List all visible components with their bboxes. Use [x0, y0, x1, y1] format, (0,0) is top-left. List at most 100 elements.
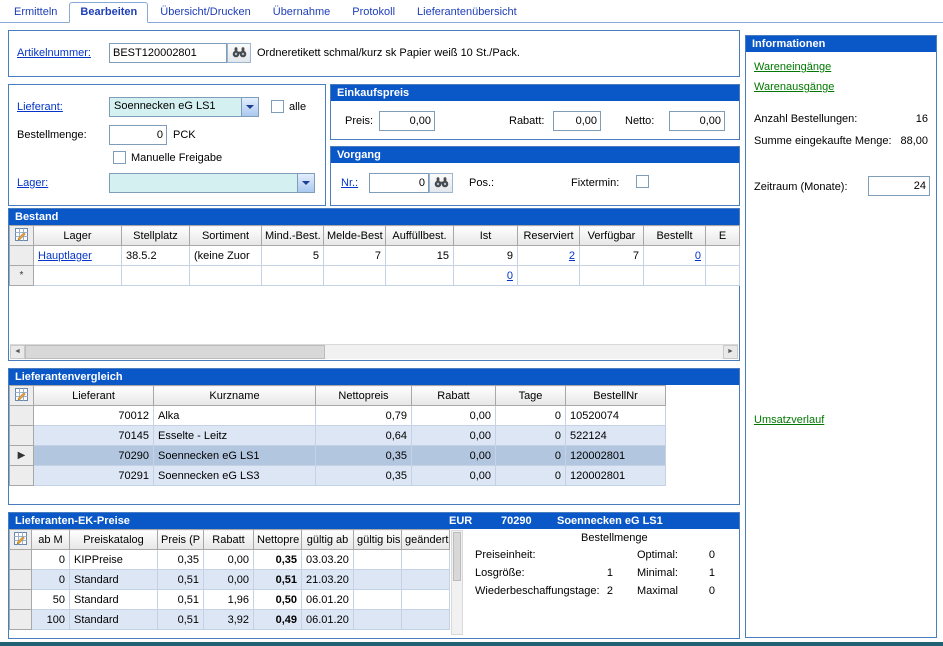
cell[interactable]: [644, 266, 706, 286]
cell[interactable]: 50: [32, 590, 70, 610]
scrollbar-thumb[interactable]: [453, 532, 461, 581]
tab-ermitteln[interactable]: Ermitteln: [4, 3, 67, 22]
column-header[interactable]: Preiskatalog: [70, 530, 158, 550]
cell[interactable]: [706, 246, 740, 266]
cell[interactable]: 70290: [34, 446, 154, 466]
cell[interactable]: 0,51: [254, 570, 302, 590]
cell[interactable]: [122, 266, 190, 286]
tab-uebersicht-drucken[interactable]: Übersicht/Drucken: [150, 3, 260, 22]
cell[interactable]: [402, 590, 450, 610]
cell[interactable]: Alka: [154, 406, 316, 426]
cell[interactable]: [354, 610, 402, 630]
table-row[interactable]: 100 Standard 0,51 3,92 0,49 06.01.20: [10, 610, 450, 630]
cell[interactable]: 1,96: [204, 590, 254, 610]
cell[interactable]: [354, 550, 402, 570]
cell[interactable]: 0,35: [316, 466, 412, 486]
ist-link[interactable]: 0: [454, 266, 518, 286]
umsatzverlauf-link[interactable]: Umsatzverlauf: [754, 413, 824, 427]
table-row[interactable]: 0 KIPPreise 0,35 0,00 0,35 03.03.20: [10, 550, 450, 570]
cell[interactable]: 06.01.20: [302, 590, 354, 610]
column-header[interactable]: geändert: [402, 530, 450, 550]
vorgang-nr-input[interactable]: [369, 173, 429, 193]
netto-input[interactable]: [669, 111, 725, 131]
column-header[interactable]: Lager: [34, 226, 122, 246]
cell[interactable]: 3,92: [204, 610, 254, 630]
cell[interactable]: 0,51: [158, 590, 204, 610]
row-marker-cell[interactable]: [10, 246, 34, 266]
scrollbar-track[interactable]: [25, 345, 723, 359]
column-header[interactable]: Melde-Best: [324, 226, 386, 246]
cell[interactable]: 0,00: [204, 570, 254, 590]
cell[interactable]: [402, 610, 450, 630]
tab-lieferantenuebersicht[interactable]: Lieferantenübersicht: [407, 3, 527, 22]
hauptlager-link[interactable]: Hauptlager: [34, 246, 122, 266]
warenausgaenge-link[interactable]: Warenausgänge: [754, 80, 834, 94]
tab-protokoll[interactable]: Protokoll: [342, 3, 405, 22]
column-header[interactable]: gültig bis: [354, 530, 402, 550]
cell[interactable]: 120002801: [566, 446, 666, 466]
cell[interactable]: 0,00: [412, 466, 496, 486]
grid-settings-icon[interactable]: [10, 226, 34, 246]
cell[interactable]: 9: [454, 246, 518, 266]
cell[interactable]: 0: [496, 426, 566, 446]
table-row[interactable]: 70291 Soennecken eG LS3 0,35 0,00 0 1200…: [10, 466, 666, 486]
table-row[interactable]: Hauptlager 38.5.2 (keine Zuor 5 7 15 9 2…: [10, 246, 740, 266]
ekpreise-vertical-scrollbar[interactable]: [451, 530, 463, 635]
column-header[interactable]: Rabatt: [412, 386, 496, 406]
column-header[interactable]: Rabatt: [204, 530, 254, 550]
column-header[interactable]: BestellNr: [566, 386, 666, 406]
cell[interactable]: 03.03.20: [302, 550, 354, 570]
cell[interactable]: 06.01.20: [302, 610, 354, 630]
cell[interactable]: [190, 266, 262, 286]
scrollbar-thumb[interactable]: [25, 345, 325, 359]
table-row[interactable]: 70012 Alka 0,79 0,00 0 10520074: [10, 406, 666, 426]
cell[interactable]: [402, 570, 450, 590]
cell[interactable]: [386, 266, 454, 286]
vorgang-nr-link[interactable]: Nr.:: [341, 176, 358, 190]
cell[interactable]: 0: [496, 446, 566, 466]
preis-input[interactable]: [379, 111, 435, 131]
artikelnummer-input[interactable]: [109, 43, 227, 63]
cell[interactable]: [518, 266, 580, 286]
column-header[interactable]: Preis (P: [158, 530, 204, 550]
column-header[interactable]: Bestellt: [644, 226, 706, 246]
cell[interactable]: 0,00: [412, 446, 496, 466]
cell[interactable]: 522124: [566, 426, 666, 446]
cell[interactable]: 0,50: [254, 590, 302, 610]
cell[interactable]: [706, 266, 740, 286]
rabatt-input[interactable]: [553, 111, 601, 131]
grid-settings-icon[interactable]: [10, 386, 34, 406]
bestellmenge-input[interactable]: [109, 125, 167, 145]
cell[interactable]: 0: [32, 570, 70, 590]
tab-bearbeiten[interactable]: Bearbeiten: [69, 2, 148, 23]
cell[interactable]: Soennecken eG LS3: [154, 466, 316, 486]
column-header[interactable]: E: [706, 226, 740, 246]
cell[interactable]: KIPPreise: [70, 550, 158, 570]
cell[interactable]: [34, 266, 122, 286]
cell[interactable]: [324, 266, 386, 286]
cell[interactable]: 0: [496, 406, 566, 426]
cell[interactable]: [354, 570, 402, 590]
cell[interactable]: Soennecken eG LS1: [154, 446, 316, 466]
fixtermin-checkbox[interactable]: [636, 175, 649, 188]
column-header[interactable]: Nettopre: [254, 530, 302, 550]
column-header[interactable]: Reserviert: [518, 226, 580, 246]
cell[interactable]: Standard: [70, 570, 158, 590]
column-header[interactable]: Stellplatz: [122, 226, 190, 246]
cell[interactable]: 0,35: [316, 446, 412, 466]
cell[interactable]: 7: [580, 246, 644, 266]
cell[interactable]: 0,51: [158, 610, 204, 630]
tab-uebernahme[interactable]: Übernahme: [263, 3, 340, 22]
grid-settings-icon[interactable]: [10, 530, 32, 550]
zeitraum-input[interactable]: [868, 176, 930, 196]
lieferant-link[interactable]: Lieferant:: [17, 100, 63, 114]
cell[interactable]: 0,00: [412, 426, 496, 446]
bestellt-link[interactable]: 0: [644, 246, 706, 266]
lieferant-combobox[interactable]: Soennecken eG LS1: [109, 97, 259, 117]
artikelnummer-link[interactable]: Artikelnummer:: [17, 46, 91, 60]
column-header[interactable]: Ist: [454, 226, 518, 246]
cell[interactable]: 0,51: [158, 570, 204, 590]
cell[interactable]: 70145: [34, 426, 154, 446]
cell[interactable]: 0,00: [412, 406, 496, 426]
column-header[interactable]: Nettopreis: [316, 386, 412, 406]
